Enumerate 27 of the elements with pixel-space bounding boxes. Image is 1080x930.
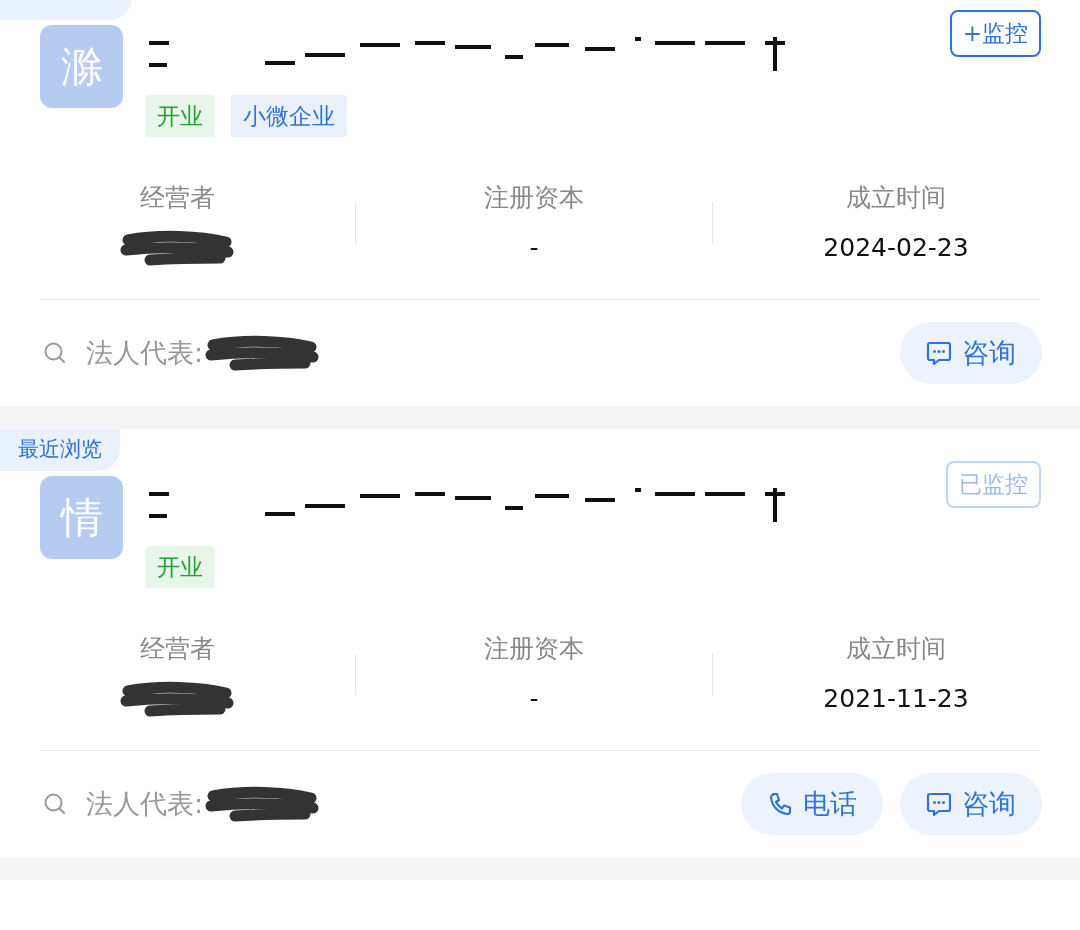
monitor-button[interactable]: +监控	[949, 10, 1041, 57]
recent-badge: 最近浏览	[0, 429, 120, 471]
stat-value: 2024-02-23	[823, 232, 969, 264]
company-logo: 情	[40, 476, 123, 559]
search-icon	[43, 341, 67, 365]
legal-rep-label: 法人代表:	[86, 335, 204, 370]
search-icon	[43, 792, 67, 816]
status-tag: 小微企业	[231, 95, 347, 137]
consult-button[interactable]: 咨询	[900, 773, 1042, 835]
stat-value: -	[529, 683, 539, 715]
status-tag: 开业	[145, 95, 215, 137]
stat-label: 成立时间	[846, 182, 946, 214]
phone-icon	[767, 791, 793, 817]
stat-label: 经营者	[140, 633, 215, 665]
chat-icon	[926, 791, 952, 817]
stat-value: 2021-11-23	[823, 683, 969, 715]
chat-icon	[926, 340, 952, 366]
company-logo: 滁	[40, 25, 123, 108]
status-tag: 开业	[145, 546, 215, 588]
stat-label: 成立时间	[846, 633, 946, 665]
stat-label: 注册资本	[484, 633, 584, 665]
consult-button[interactable]: 咨询	[900, 322, 1042, 384]
stat-label: 注册资本	[484, 182, 584, 214]
phone-button[interactable]: 电话	[741, 773, 883, 835]
stat-value: -	[529, 232, 539, 264]
stat-label: 经营者	[140, 182, 215, 214]
legal-rep-label: 法人代表:	[86, 786, 204, 821]
